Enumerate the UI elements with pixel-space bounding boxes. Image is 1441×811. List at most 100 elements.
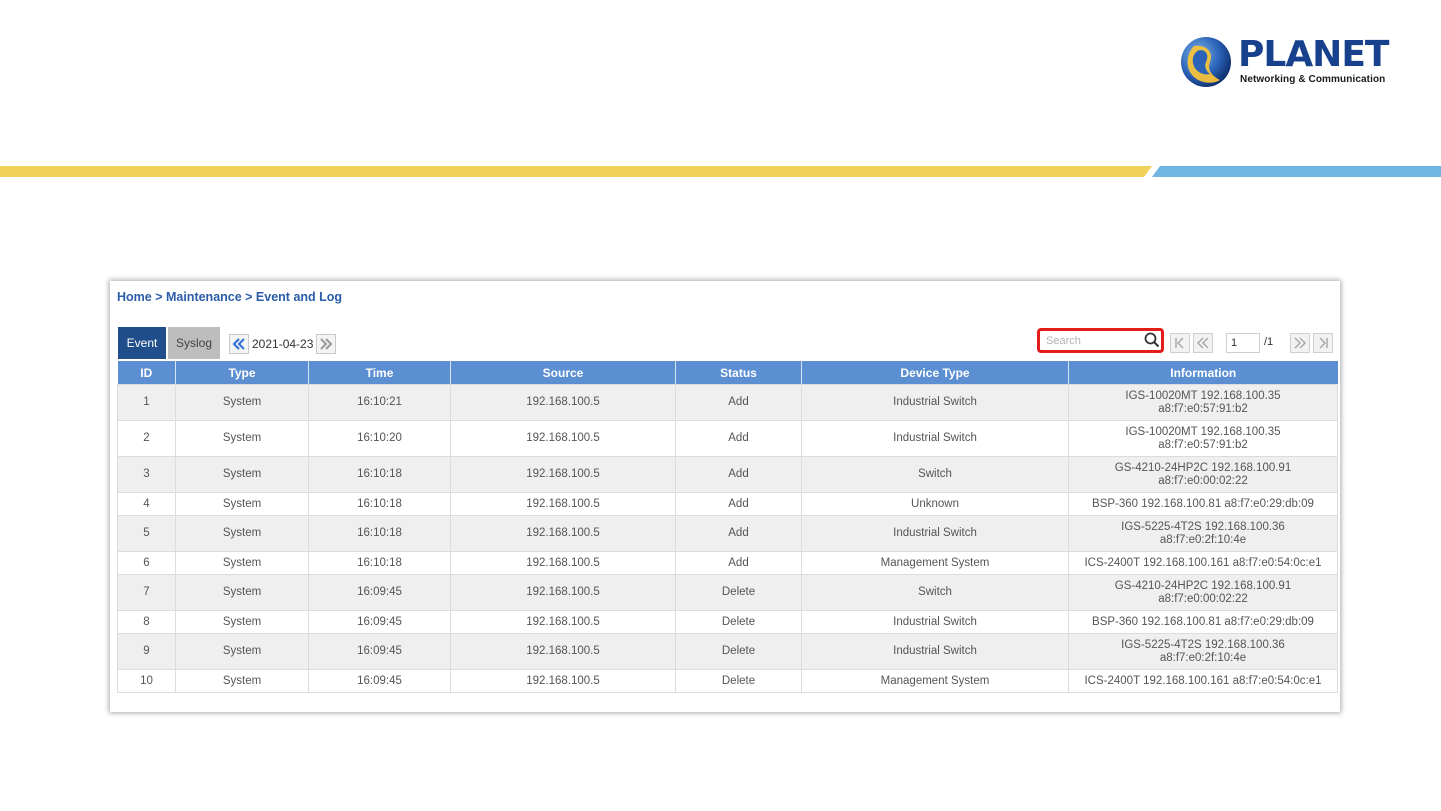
cell-information: ICS-2400T 192.168.100.161 a8:f7:e0:54:0c…	[1068, 551, 1338, 575]
info-line: IGS-10020MT 192.168.100.35	[1125, 425, 1281, 438]
table-row[interactable]: 10 System 16:09:45 192.168.100.5 Delete …	[117, 669, 1338, 693]
cell-device-type: Switch	[801, 456, 1069, 493]
cell-information: ICS-2400T 192.168.100.161 a8:f7:e0:54:0c…	[1068, 669, 1338, 693]
table-row[interactable]: 8 System 16:09:45 192.168.100.5 Delete I…	[117, 610, 1338, 634]
table-row[interactable]: 7 System 16:09:45 192.168.100.5 Delete S…	[117, 574, 1338, 611]
cell-id: 6	[117, 551, 176, 575]
first-page-icon	[1175, 337, 1184, 349]
cell-status: Add	[675, 456, 802, 493]
event-table: ID Type Time Source Status Device Type I…	[117, 361, 1338, 693]
cell-status: Delete	[675, 669, 802, 693]
column-header-type[interactable]: Type	[175, 361, 309, 385]
cell-source: 192.168.100.5	[450, 384, 676, 421]
info-line: a8:f7:e0:57:91:b2	[1158, 402, 1248, 415]
cell-status: Add	[675, 515, 802, 552]
cell-type: System	[175, 574, 309, 611]
column-header-status[interactable]: Status	[675, 361, 802, 385]
cell-id: 8	[117, 610, 176, 634]
cell-id: 1	[117, 384, 176, 421]
cell-source: 192.168.100.5	[450, 456, 676, 493]
table-row[interactable]: 6 System 16:10:18 192.168.100.5 Add Mana…	[117, 551, 1338, 575]
cell-time: 16:09:45	[308, 574, 451, 611]
next-date-button[interactable]	[316, 334, 337, 354]
cell-source: 192.168.100.5	[450, 610, 676, 634]
cell-device-type: Industrial Switch	[801, 515, 1069, 552]
info-line: IGS-10020MT 192.168.100.35	[1125, 389, 1281, 402]
last-page-button[interactable]	[1313, 333, 1333, 353]
double-chevron-left-icon	[232, 338, 245, 350]
planet-logo: PLANET Networking & Communication	[1180, 34, 1390, 90]
search-icon[interactable]	[1144, 332, 1160, 348]
table-row[interactable]: 1 System 16:10:21 192.168.100.5 Add Indu…	[117, 384, 1338, 421]
table-row[interactable]: 3 System 16:10:18 192.168.100.5 Add Swit…	[117, 456, 1338, 493]
info-line: ICS-2400T 192.168.100.161 a8:f7:e0:54:0c…	[1084, 674, 1322, 687]
info-line: a8:f7:e0:2f:10:4e	[1159, 651, 1247, 664]
column-header-source[interactable]: Source	[450, 361, 676, 385]
cell-id: 9	[117, 633, 176, 670]
next-page-button[interactable]	[1290, 333, 1310, 353]
current-date: 2021-04-23	[252, 337, 314, 351]
previous-page-button[interactable]	[1193, 333, 1213, 353]
cell-source: 192.168.100.5	[450, 633, 676, 670]
cell-type: System	[175, 515, 309, 552]
cell-information: GS-4210-24HP2C 192.168.100.91 a8:f7:e0:00…	[1068, 574, 1338, 611]
info-line: ICS-2400T 192.168.100.161 a8:f7:e0:54:0c…	[1084, 556, 1322, 569]
cell-id: 2	[117, 420, 176, 457]
double-chevron-right-icon	[1294, 337, 1307, 349]
previous-date-button[interactable]	[229, 334, 249, 354]
cell-id: 4	[117, 492, 176, 516]
cell-id: 7	[117, 574, 176, 611]
table-row[interactable]: 9 System 16:09:45 192.168.100.5 Delete I…	[117, 633, 1338, 670]
double-chevron-left-icon	[1196, 337, 1209, 349]
cell-device-type: Unknown	[801, 492, 1069, 516]
cell-source: 192.168.100.5	[450, 492, 676, 516]
cell-time: 16:10:18	[308, 492, 451, 516]
breadcrumb[interactable]: Home > Maintenance > Event and Log	[117, 290, 342, 304]
info-line: BSP-360 192.168.100.81 a8:f7:e0:29:db:09	[1092, 497, 1314, 510]
brand-tagline: Networking & Communication	[1240, 74, 1386, 85]
page-number-input[interactable]	[1226, 333, 1260, 353]
cell-source: 192.168.100.5	[450, 669, 676, 693]
cell-id: 10	[117, 669, 176, 693]
cell-information: IGS-5225-4T2S 192.168.100.36 a8:f7:e0:2f:…	[1068, 515, 1338, 552]
tab-syslog[interactable]: Syslog	[168, 327, 220, 359]
cell-device-type: Industrial Switch	[801, 610, 1069, 634]
info-line: a8:f7:e0:00:02:22	[1158, 474, 1248, 487]
column-header-information[interactable]: Information	[1068, 361, 1338, 385]
table-row[interactable]: 4 System 16:10:18 192.168.100.5 Add Unkn…	[117, 492, 1338, 516]
search-box	[1037, 328, 1164, 353]
cell-status: Add	[675, 384, 802, 421]
info-line: GS-4210-24HP2C 192.168.100.91	[1114, 579, 1292, 592]
info-line: GS-4210-24HP2C 192.168.100.91	[1114, 461, 1292, 474]
cell-source: 192.168.100.5	[450, 420, 676, 457]
cell-type: System	[175, 633, 309, 670]
column-header-id[interactable]: ID	[117, 361, 176, 385]
table-header-row: ID Type Time Source Status Device Type I…	[117, 361, 1338, 385]
cell-information: IGS-10020MT 192.168.100.35 a8:f7:e0:57:91…	[1068, 420, 1338, 457]
search-input[interactable]	[1046, 334, 1138, 348]
column-header-time[interactable]: Time	[308, 361, 451, 385]
header-stripe	[0, 166, 1441, 177]
cell-type: System	[175, 384, 309, 421]
cell-type: System	[175, 669, 309, 693]
page-total: /1	[1264, 336, 1274, 348]
first-page-button[interactable]	[1170, 333, 1190, 353]
globe-icon	[1181, 37, 1231, 87]
cell-device-type: Switch	[801, 574, 1069, 611]
cell-time: 16:09:45	[308, 610, 451, 634]
table-row[interactable]: 5 System 16:10:18 192.168.100.5 Add Indu…	[117, 515, 1338, 552]
table-row[interactable]: 2 System 16:10:20 192.168.100.5 Add Indu…	[117, 420, 1338, 457]
cell-information: BSP-360 192.168.100.81 a8:f7:e0:29:db:09	[1068, 492, 1338, 516]
cell-time: 16:10:18	[308, 456, 451, 493]
cell-information: IGS-5225-4T2S 192.168.100.36 a8:f7:e0:2f:…	[1068, 633, 1338, 670]
column-header-device-type[interactable]: Device Type	[801, 361, 1069, 385]
cell-information: GS-4210-24HP2C 192.168.100.91 a8:f7:e0:00…	[1068, 456, 1338, 493]
double-chevron-right-icon	[320, 338, 333, 350]
cell-time: 16:10:18	[308, 515, 451, 552]
info-line: IGS-5225-4T2S 192.168.100.36	[1121, 638, 1285, 651]
info-line: a8:f7:e0:57:91:b2	[1158, 438, 1248, 451]
info-line: a8:f7:e0:2f:10:4e	[1159, 533, 1247, 546]
cell-type: System	[175, 610, 309, 634]
tab-event[interactable]: Event	[118, 327, 166, 359]
event-log-panel: Home > Maintenance > Event and Log Event…	[110, 281, 1340, 712]
